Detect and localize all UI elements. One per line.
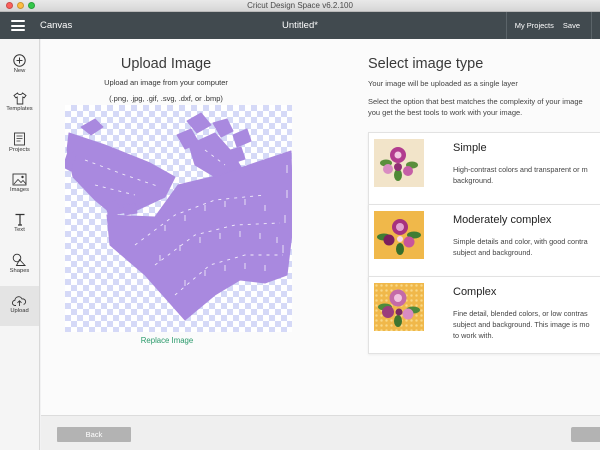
shapes-icon	[12, 253, 27, 266]
header-divider	[505, 12, 507, 39]
upload-image-title: Upload Image	[120, 56, 212, 72]
description-line: Simple details and color, with good cont…	[453, 237, 588, 246]
sidebar-item-shapes[interactable]: Shapes	[0, 244, 39, 284]
app-header: Canvas Untitled* My Projects Save	[0, 12, 600, 39]
sidebar-item-images[interactable]: Images	[0, 164, 39, 204]
image-preview	[65, 105, 292, 332]
image-type-description: Fine detail, blended colors, or low cont…	[453, 308, 590, 341]
sidebar-item-templates[interactable]: Templates	[0, 83, 39, 123]
image-type-moderately-complex-card[interactable]: Moderately complex Simple details and co…	[368, 204, 600, 282]
footer-bar: Back	[41, 415, 600, 450]
save-link[interactable]: Save	[563, 21, 580, 30]
description-line: subject and background. This image is mo	[453, 320, 590, 329]
cloud-upload-icon	[12, 296, 27, 306]
sidebar-item-label: Upload	[10, 308, 29, 314]
moderate-flower-thumbnail	[374, 211, 424, 259]
sidebar-item-projects[interactable]: Projects	[0, 123, 39, 163]
description-line: to work with.	[453, 331, 494, 340]
image-type-complex-card[interactable]: Complex Fine detail, blended colors, or …	[368, 276, 600, 354]
sidebar-item-label: Images	[9, 187, 29, 193]
instruction-line: you get the best tools to work with your…	[368, 108, 523, 117]
image-type-description: High-contrast colors and transparent or …	[453, 164, 588, 186]
select-image-type-title: Select image type	[368, 56, 484, 72]
left-sidebar: New Templates Projects Images Text Shape…	[0, 39, 40, 450]
hamburger-menu-icon[interactable]	[11, 20, 25, 31]
simple-flower-thumbnail	[374, 139, 424, 187]
sidebar-item-label: Projects	[9, 147, 30, 153]
header-divider	[591, 12, 592, 39]
supported-formats: (.png, .jpg, .gif, .svg, .dxf, or .bmp)	[109, 94, 223, 103]
single-layer-note: Your image will be uploaded as a single …	[368, 79, 518, 88]
upload-subtitle: Upload an image from your computer	[104, 78, 228, 87]
my-projects-link[interactable]: My Projects	[515, 21, 554, 30]
image-type-simple-card[interactable]: Simple High-contrast colors and transpar…	[368, 132, 600, 210]
image-type-name: Simple	[453, 142, 487, 154]
description-line: High-contrast colors and transparent or …	[453, 165, 588, 174]
image-type-instructions: Select the option that best matches the …	[368, 96, 600, 118]
window-title: Cricut Design Space v6.2.100	[247, 1, 353, 10]
sidebar-item-upload[interactable]: Upload	[0, 286, 39, 326]
continue-button[interactable]	[571, 427, 600, 442]
image-icon	[12, 173, 27, 186]
instruction-line: Select the option that best matches the …	[368, 97, 583, 106]
replace-image-link[interactable]: Replace Image	[41, 336, 293, 345]
description-line: background.	[453, 176, 494, 185]
sidebar-item-label: Shapes	[9, 268, 30, 274]
description-line: subject and background.	[453, 248, 533, 257]
projects-icon	[14, 132, 25, 146]
window-titlebar: Cricut Design Space v6.2.100	[0, 0, 600, 12]
flower-icon	[380, 147, 418, 181]
image-type-description: Simple details and color, with good cont…	[453, 236, 588, 258]
text-icon	[15, 213, 24, 226]
flower-icon	[377, 219, 421, 255]
section-title: Canvas	[40, 20, 73, 31]
flower-icon	[378, 289, 420, 327]
sidebar-item-label: Text	[14, 227, 25, 233]
image-type-name: Moderately complex	[453, 214, 552, 226]
description-line: Fine detail, blended colors, or low cont…	[453, 309, 588, 318]
sidebar-item-text[interactable]: Text	[0, 204, 39, 244]
complex-flower-thumbnail	[374, 283, 424, 331]
image-type-name: Complex	[453, 286, 497, 298]
sidebar-item-new[interactable]: New	[0, 45, 39, 85]
uploaded-shape-preview	[65, 112, 292, 321]
plus-circle-icon	[13, 54, 26, 67]
back-button[interactable]: Back	[57, 427, 131, 442]
tshirt-icon	[12, 92, 27, 105]
sidebar-item-label: New	[13, 68, 26, 74]
upload-main-panel: Upload Image Upload an image from your c…	[41, 39, 600, 415]
sidebar-item-label: Templates	[6, 106, 33, 112]
